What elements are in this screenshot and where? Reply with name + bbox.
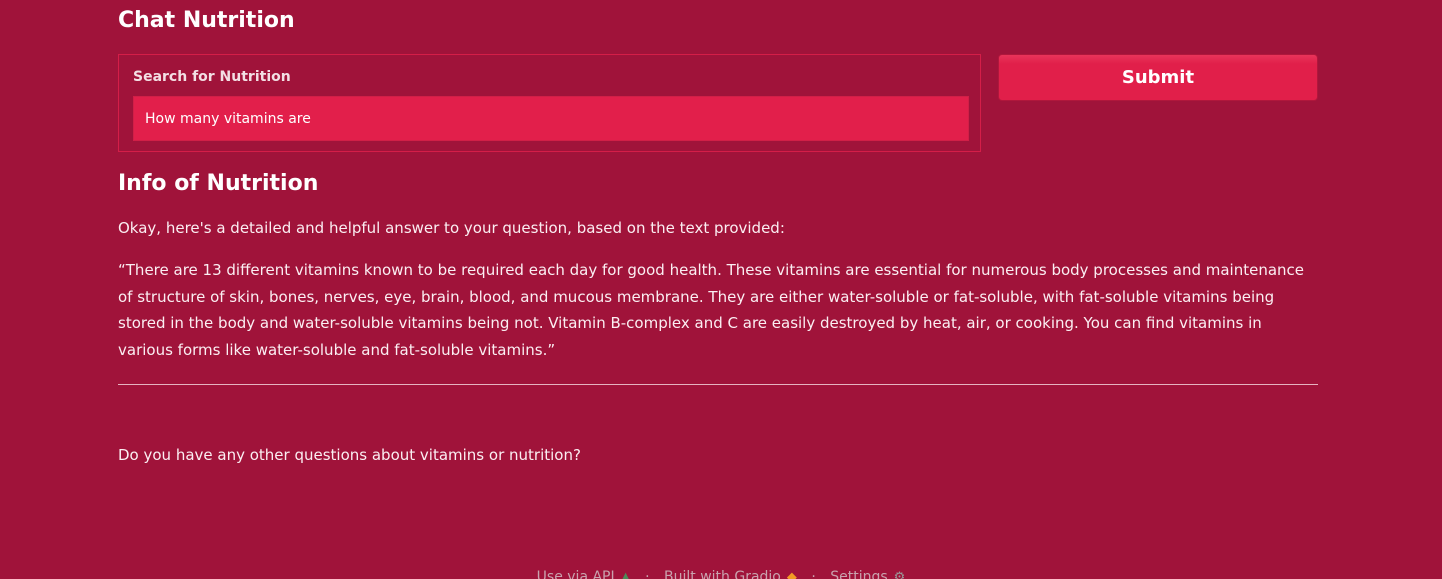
footer-separator: · — [811, 569, 816, 579]
search-label: Search for Nutrition — [133, 69, 291, 85]
use-api-link[interactable]: Use via API ▲ — [537, 569, 631, 579]
footer-separator: · — [645, 569, 650, 579]
info-title: Info of Nutrition — [118, 171, 319, 196]
search-input[interactable] — [133, 96, 969, 141]
followup-question: Do you have any other questions about vi… — [118, 446, 581, 464]
search-panel: Search for Nutrition — [118, 54, 981, 152]
settings-link[interactable]: Settings ⚙ — [830, 569, 905, 579]
app-page: Chat Nutrition Search for Nutrition Subm… — [0, 0, 1442, 579]
answer-intro: Okay, here's a detailed and helpful answ… — [118, 219, 785, 237]
gradio-label: Built with Gradio — [664, 569, 781, 579]
gear-icon: ⚙ — [893, 569, 906, 579]
settings-label: Settings — [830, 569, 888, 579]
divider — [118, 384, 1318, 385]
use-api-label: Use via API — [536, 569, 615, 579]
answer-quote: “There are 13 different vitamins known t… — [118, 261, 1305, 359]
page-title: Chat Nutrition — [118, 8, 295, 33]
footer: Use via API ▲ · Built with Gradio ◆ · Sett… — [0, 569, 1442, 579]
gradio-logo-icon: ◆ — [786, 569, 797, 579]
rocket-icon: ▲ — [620, 569, 631, 579]
submit-button[interactable]: Submit — [998, 54, 1318, 101]
built-with-gradio-link[interactable]: Built with Gradio ◆ — [664, 569, 797, 579]
